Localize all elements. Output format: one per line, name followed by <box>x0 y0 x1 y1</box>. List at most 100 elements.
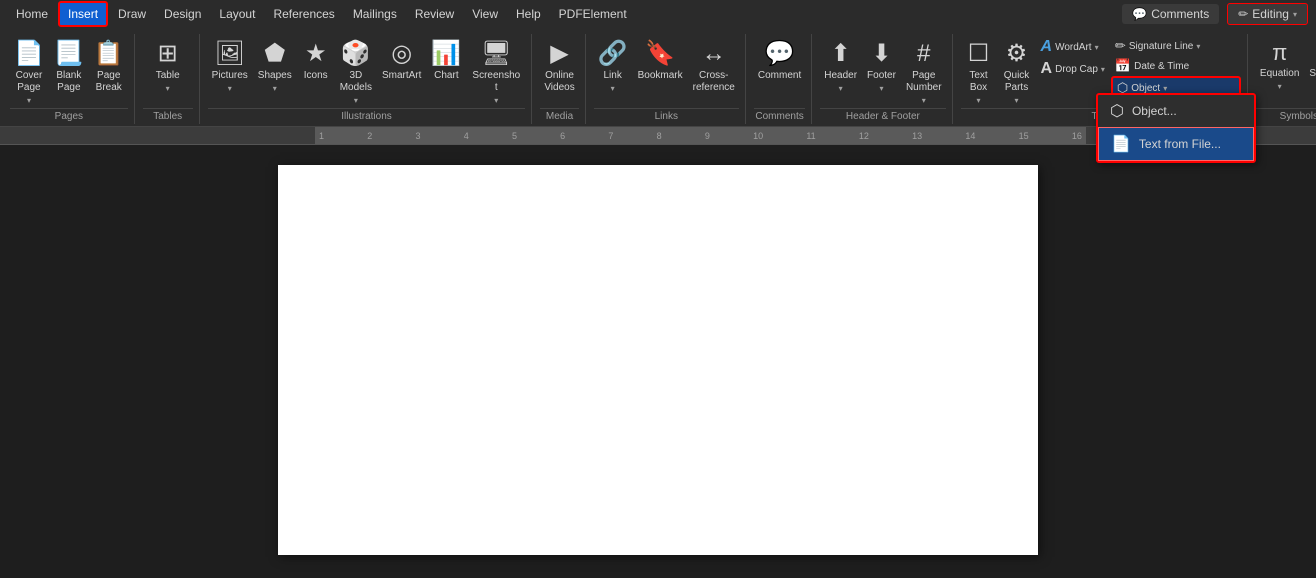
object-menu-item[interactable]: ⬡ Object... <box>1098 95 1254 127</box>
footer-icon: ⬇ <box>871 42 891 66</box>
menu-view[interactable]: View <box>464 3 506 25</box>
chevron-icon: ▾ <box>1196 42 1200 51</box>
screenshot-icon: 🖥 <box>481 42 511 66</box>
link-button[interactable]: 🔗 Link ▾ <box>594 36 632 106</box>
icons-button[interactable]: ★ Icons <box>298 36 334 106</box>
equation-button[interactable]: π Equation ▾ <box>1256 36 1303 106</box>
text-from-file-icon: 📄 <box>1111 134 1131 154</box>
cover-page-icon: 📄 <box>14 42 44 66</box>
bookmark-button[interactable]: 🔖 Bookmark <box>634 36 687 106</box>
comment-icon: 💬 <box>1132 7 1147 21</box>
page-break-icon: 📋 <box>94 42 124 66</box>
3d-models-button[interactable]: 🎲 3DModels ▾ <box>336 36 376 106</box>
pencil-icon: ✏ <box>1238 7 1248 21</box>
comments-group-items: 💬 Comment <box>754 36 805 106</box>
chevron-icon: ▾ <box>354 96 358 105</box>
menu-draw[interactable]: Draw <box>110 3 154 25</box>
links-label: Links <box>594 108 739 122</box>
header-footer-group-items: ⬆ Header ▾ ⬇ Footer ▾ # PageNumber ▾ <box>820 36 945 106</box>
online-videos-button[interactable]: ▶ OnlineVideos <box>540 36 578 106</box>
signature-line-button[interactable]: ✏ Signature Line ▾ <box>1111 36 1241 56</box>
footer-button[interactable]: ⬇ Footer ▾ <box>863 36 900 106</box>
ribbon-group-comments: 💬 Comment Comments <box>748 34 812 124</box>
links-group-items: 🔗 Link ▾ 🔖 Bookmark ↔ Cross-reference <box>594 36 739 106</box>
text-box-button[interactable]: ☐ TextBox ▾ <box>961 36 997 106</box>
chart-button[interactable]: 📊 Chart <box>427 36 465 106</box>
table-icon: ⊞ <box>158 42 178 66</box>
text-from-file-menu-item[interactable]: 📄 Text from File... <box>1098 127 1254 161</box>
chevron-icon: ▾ <box>1095 43 1099 52</box>
icons-icon: ★ <box>305 42 327 66</box>
comment-icon: 💬 <box>765 42 795 66</box>
wordart-icon: A <box>1041 38 1053 56</box>
page-number-button[interactable]: # PageNumber ▾ <box>902 36 946 106</box>
ribbon-group-symbols: π Equation ▾ Ω Sym... Symbols <box>1250 34 1316 124</box>
table-button[interactable]: ⊞ Table ▾ <box>143 36 193 106</box>
3d-models-icon: 🎲 <box>341 42 371 66</box>
link-icon: 🔗 <box>598 42 628 66</box>
ribbon-group-pages: 📄 CoverPage ▾ 📃 BlankPage 📋 PageBreak Pa… <box>4 34 135 124</box>
menu-home[interactable]: Home <box>8 3 56 25</box>
page-break-button[interactable]: 📋 PageBreak <box>90 36 128 106</box>
wordart-button[interactable]: A WordArt ▾ <box>1037 36 1109 58</box>
ribbon-group-media: ▶ OnlineVideos Media <box>534 34 585 124</box>
chevron-icon: ▾ <box>1163 84 1167 93</box>
bookmark-icon: 🔖 <box>645 42 675 66</box>
smartart-button[interactable]: ◎ SmartArt <box>378 36 425 106</box>
pictures-icon: 🖼 <box>215 42 245 66</box>
illustrations-group-items: 🖼 Pictures ▾ ⬟ Shapes ▾ ★ Icons 🎲 3DMode… <box>208 36 526 106</box>
ribbon-group-tables: ⊞ Table ▾ Tables <box>137 34 200 124</box>
menu-mailings[interactable]: Mailings <box>345 3 405 25</box>
chevron-icon: ▾ <box>922 96 926 105</box>
chevron-icon: ▾ <box>839 84 843 93</box>
online-videos-icon: ▶ <box>550 42 568 66</box>
pages-label: Pages <box>10 108 128 122</box>
illustrations-label: Illustrations <box>208 108 526 122</box>
menu-review[interactable]: Review <box>407 3 462 25</box>
media-group-items: ▶ OnlineVideos <box>540 36 578 106</box>
drop-cap-button[interactable]: A Drop Cap ▾ <box>1037 58 1109 80</box>
quick-parts-button[interactable]: ⚙ QuickParts ▾ <box>999 36 1035 106</box>
drop-cap-icon: A <box>1041 60 1053 78</box>
media-label: Media <box>540 108 578 122</box>
header-icon: ⬆ <box>831 42 851 66</box>
chevron-icon: ▾ <box>494 96 498 105</box>
header-button[interactable]: ⬆ Header ▾ <box>820 36 861 106</box>
cross-reference-icon: ↔ <box>702 42 726 66</box>
menu-insert[interactable]: Insert <box>58 1 108 27</box>
comments-button[interactable]: 💬 Comments <box>1122 4 1219 24</box>
shapes-button[interactable]: ⬟ Shapes ▾ <box>254 36 296 106</box>
chevron-icon: ▾ <box>611 84 615 93</box>
smartart-icon: ◎ <box>391 42 412 66</box>
editing-button[interactable]: ✏ Editing ▾ <box>1227 3 1308 25</box>
screenshot-button[interactable]: 🖥 Screenshot ▾ <box>467 36 525 106</box>
signature-icon: ✏ <box>1115 38 1126 54</box>
equation-icon: π <box>1272 42 1287 64</box>
menu-pdfelement[interactable]: PDFElement <box>551 3 635 25</box>
symbol-button[interactable]: Ω Sym... <box>1305 36 1316 106</box>
menu-design[interactable]: Design <box>156 3 209 25</box>
shapes-icon: ⬟ <box>264 42 285 66</box>
symbols-label: Symbols <box>1256 108 1316 122</box>
cover-page-button[interactable]: 📄 CoverPage ▾ <box>10 36 48 106</box>
chevron-icon: ▾ <box>273 84 277 93</box>
menu-layout[interactable]: Layout <box>211 3 263 25</box>
menu-help[interactable]: Help <box>508 3 549 25</box>
comments-group-label: Comments <box>754 108 805 122</box>
date-time-button[interactable]: 📅 Date & Time <box>1111 56 1241 76</box>
chevron-icon: ▾ <box>228 84 232 93</box>
chevron-icon: ▾ <box>1015 96 1019 105</box>
ribbon-group-illustrations: 🖼 Pictures ▾ ⬟ Shapes ▾ ★ Icons 🎲 3DMode… <box>202 34 533 124</box>
pictures-button[interactable]: 🖼 Pictures ▾ <box>208 36 252 106</box>
document-page[interactable] <box>278 165 1038 555</box>
cross-reference-button[interactable]: ↔ Cross-reference <box>689 36 739 106</box>
blank-page-button[interactable]: 📃 BlankPage <box>50 36 88 106</box>
page-number-icon: # <box>917 42 930 66</box>
document-area <box>0 145 1316 578</box>
tables-label: Tables <box>143 108 193 122</box>
comment-button[interactable]: 💬 Comment <box>754 36 805 106</box>
menu-references[interactable]: References <box>265 3 342 25</box>
quick-parts-icon: ⚙ <box>1006 42 1028 66</box>
chevron-icon: ▾ <box>166 84 170 93</box>
ribbon-group-links: 🔗 Link ▾ 🔖 Bookmark ↔ Cross-reference Li… <box>588 34 746 124</box>
